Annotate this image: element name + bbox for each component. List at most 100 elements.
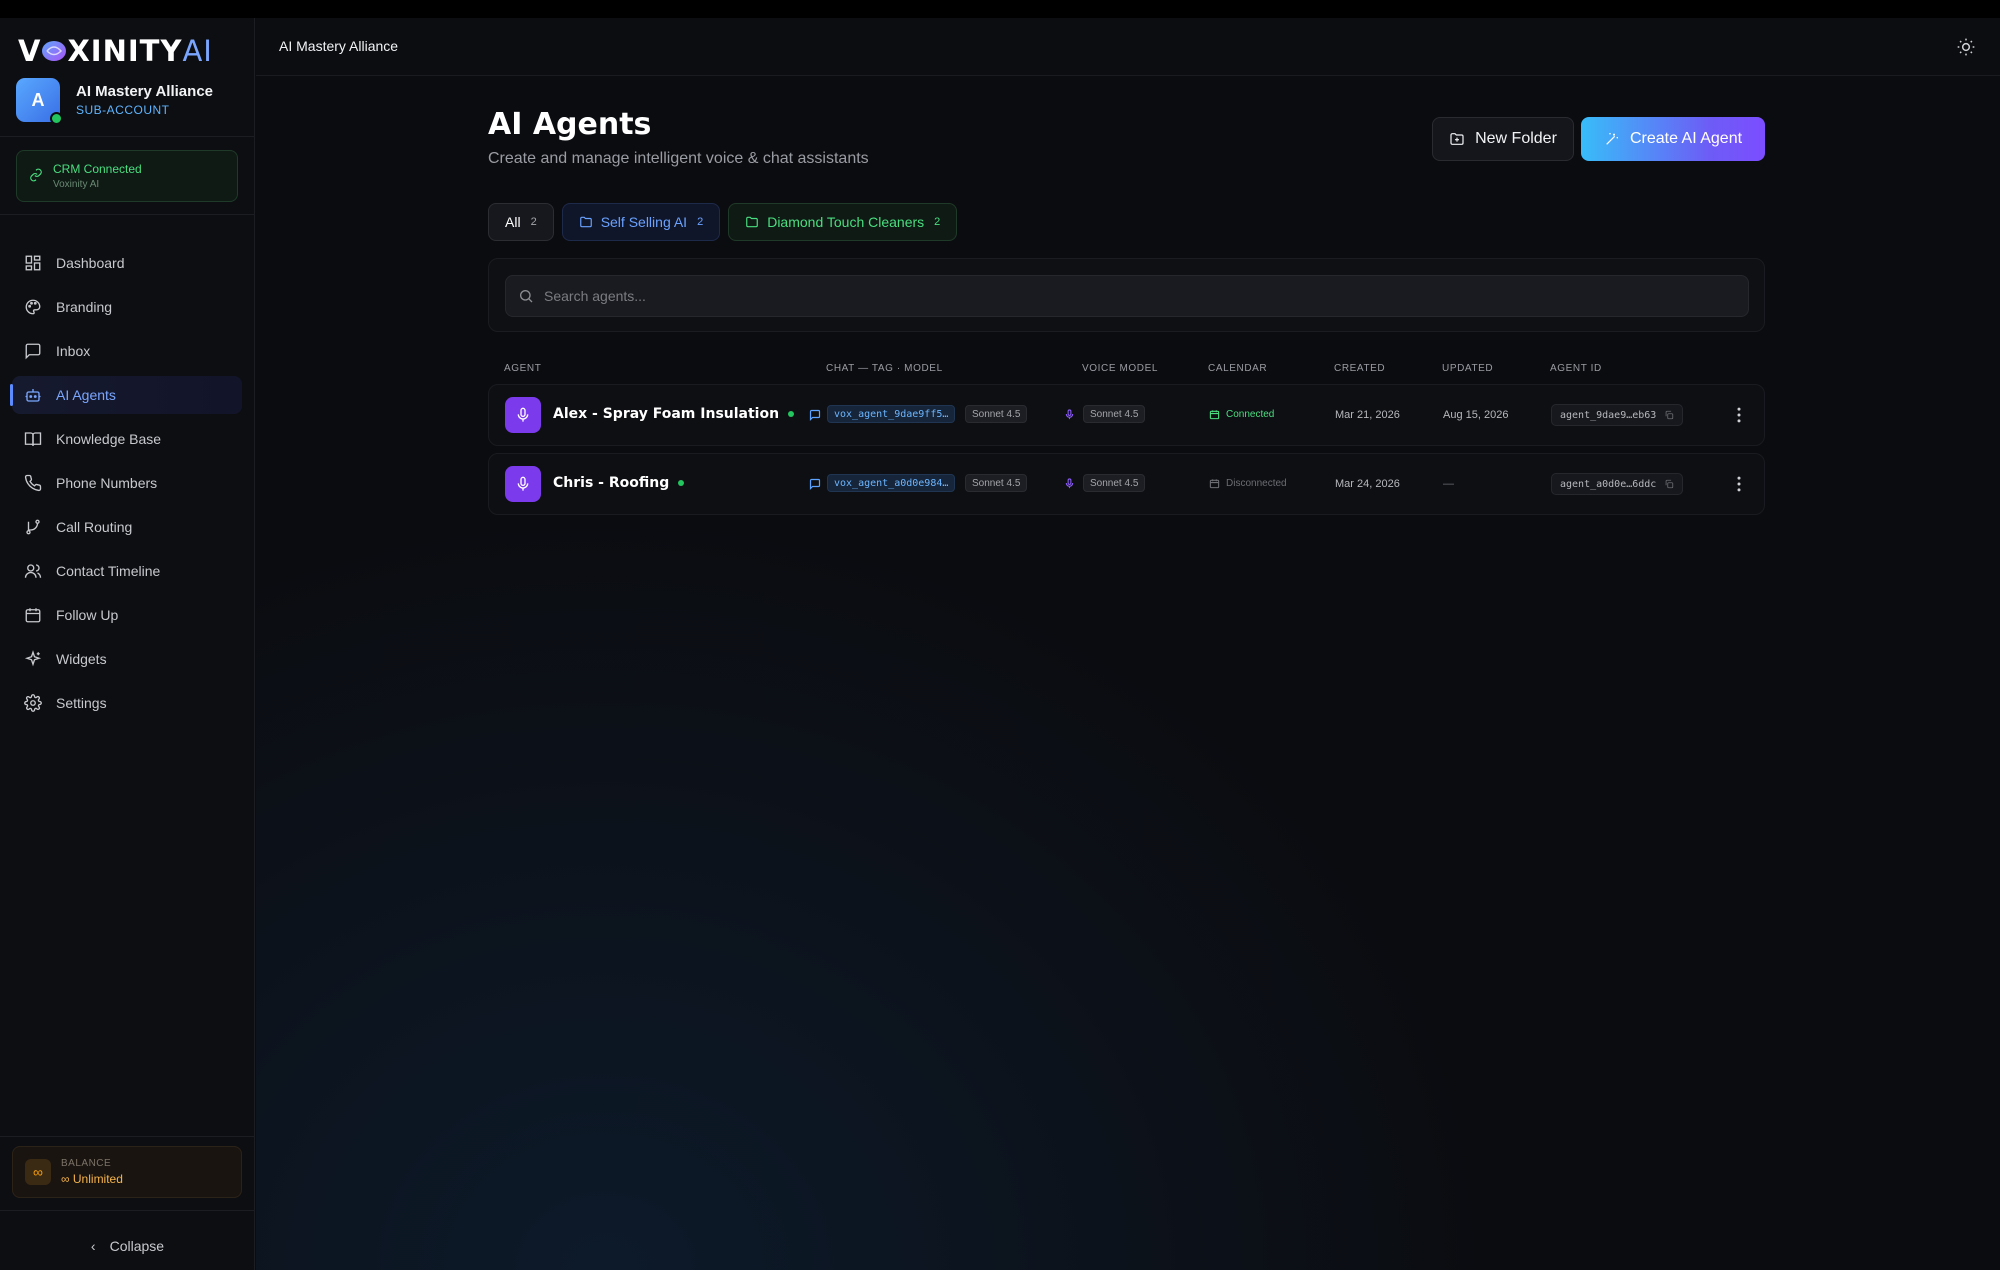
sidebar-item-branding[interactable]: Branding xyxy=(12,288,242,326)
window-top-bar xyxy=(0,0,2000,18)
agent-name[interactable]: Chris - Roofing xyxy=(553,475,685,491)
folder-icon xyxy=(579,216,592,228)
tab-self-selling-ai[interactable]: Self Selling AI 2 xyxy=(561,203,721,241)
copy-icon[interactable] xyxy=(1664,479,1674,489)
account-switcher[interactable]: A AI Mastery Alliance SUB-ACCOUNT xyxy=(16,78,213,125)
calendar-icon xyxy=(24,606,42,624)
header-title: AI Mastery Alliance xyxy=(279,38,399,54)
created-date: Mar 24, 2026 xyxy=(1335,478,1400,490)
sidebar-item-label: Settings xyxy=(56,695,107,711)
logo-ai: AI xyxy=(182,34,213,68)
sidebar-divider xyxy=(0,1210,255,1211)
sidebar-item-knowledge-base[interactable]: Knowledge Base xyxy=(12,420,242,458)
sidebar-item-call-routing[interactable]: Call Routing xyxy=(12,508,242,546)
column-header-agent[interactable]: AGENT xyxy=(504,363,541,374)
agent-avatar xyxy=(505,397,541,433)
phone-icon xyxy=(24,474,42,492)
folder-plus-icon xyxy=(1450,133,1464,145)
gear-icon xyxy=(24,694,42,712)
sidebar: V XINITY AI A AI Mastery Alliance SUB-AC… xyxy=(0,18,255,1270)
sidebar-item-dashboard[interactable]: Dashboard xyxy=(12,244,242,282)
chevron-left-icon: ‹ xyxy=(90,1238,96,1254)
column-header-calendar[interactable]: CALENDAR xyxy=(1208,363,1267,374)
sun-icon[interactable] xyxy=(1956,37,1976,57)
sidebar-nav: Dashboard Branding Inbox AI Agents Knowl… xyxy=(10,244,242,728)
calendar-icon xyxy=(1209,479,1220,489)
crm-title: CRM Connected xyxy=(53,162,142,176)
column-header-chat[interactable]: CHAT — TAG · MODEL xyxy=(826,363,943,374)
tab-all[interactable]: All 2 xyxy=(488,203,554,241)
chat-tag[interactable]: vox_agent_9dae9ff5… xyxy=(827,405,956,423)
calendar-status-text: Disconnected xyxy=(1226,478,1287,489)
tab-diamond-touch-cleaners[interactable]: Diamond Touch Cleaners 2 xyxy=(728,203,958,241)
column-header-agent-id[interactable]: AGENT ID xyxy=(1550,363,1602,374)
users-icon xyxy=(24,562,42,580)
folder-filter-tabs: All 2 Self Selling AI 2 Diamond Touch Cl… xyxy=(488,203,965,241)
table-header: AGENT CHAT — TAG · MODEL VOICE MODEL CAL… xyxy=(488,359,1765,379)
calendar-status: Disconnected xyxy=(1209,478,1287,489)
chat-model-badge: Sonnet 4.5 xyxy=(965,405,1028,423)
logo-letter: V xyxy=(18,34,42,68)
sidebar-item-ai-agents[interactable]: AI Agents xyxy=(10,376,242,414)
crm-subtitle: Voxinity AI xyxy=(53,179,100,190)
sidebar-item-inbox[interactable]: Inbox xyxy=(12,332,242,370)
more-vertical-icon[interactable] xyxy=(1729,474,1749,494)
sidebar-item-settings[interactable]: Settings xyxy=(12,684,242,722)
microphone-icon xyxy=(1065,409,1074,420)
balance-label: BALANCE xyxy=(61,1158,112,1169)
top-header: AI Mastery Alliance xyxy=(256,18,2000,76)
voice-model-badge: Sonnet 4.5 xyxy=(1083,405,1146,423)
agent-name-text: Alex - Spray Foam Insulation xyxy=(553,406,780,422)
agent-avatar xyxy=(505,466,541,502)
microphone-icon xyxy=(1065,478,1074,489)
balance-value: ∞ Unlimited xyxy=(61,1172,123,1186)
magic-wand-icon xyxy=(1606,133,1618,145)
git-branch-icon xyxy=(24,518,42,536)
sidebar-divider xyxy=(0,214,255,215)
more-vertical-icon[interactable] xyxy=(1729,405,1749,425)
copy-icon[interactable] xyxy=(1664,410,1674,420)
agent-id[interactable]: agent_a0d0e…6ddc xyxy=(1551,473,1684,495)
page-subtitle: Create and manage intelligent voice & ch… xyxy=(488,150,869,167)
microphone-icon xyxy=(517,476,529,491)
create-agent-label: Create AI Agent xyxy=(1629,130,1743,147)
column-header-updated[interactable]: UPDATED xyxy=(1442,363,1493,374)
table-row[interactable]: Chris - Roofing vox_agent_a0d0e984… Sonn… xyxy=(488,453,1765,515)
sidebar-item-label: AI Agents xyxy=(56,387,116,403)
column-header-created[interactable]: CREATED xyxy=(1334,363,1385,374)
sidebar-item-phone-numbers[interactable]: Phone Numbers xyxy=(12,464,242,502)
account-type: SUB-ACCOUNT xyxy=(76,103,170,117)
message-square-icon xyxy=(24,342,42,360)
palette-icon xyxy=(24,298,42,316)
search-box xyxy=(505,275,1749,317)
sidebar-item-contact-timeline[interactable]: Contact Timeline xyxy=(12,552,242,590)
agent-id[interactable]: agent_9dae9…eb63 xyxy=(1551,404,1684,426)
collapse-button[interactable]: ‹ Collapse xyxy=(0,1238,255,1254)
brand-logo[interactable]: V XINITY AI xyxy=(18,34,213,68)
chat-icon xyxy=(809,409,821,421)
calendar-status: Connected xyxy=(1209,409,1274,420)
bot-icon xyxy=(24,386,42,404)
sidebar-item-label: Follow Up xyxy=(56,607,119,623)
agent-name-text: Chris - Roofing xyxy=(553,475,670,491)
balance-card[interactable]: ∞ BALANCE ∞ Unlimited xyxy=(12,1146,242,1198)
balance-value-text: Unlimited xyxy=(72,1172,123,1186)
table-row[interactable]: Alex - Spray Foam Insulation vox_agent_9… xyxy=(488,384,1765,446)
sidebar-divider xyxy=(0,136,255,137)
column-header-voice-model[interactable]: VOICE MODEL xyxy=(1082,363,1158,374)
collapse-label: Collapse xyxy=(109,1238,165,1254)
sidebar-item-follow-up[interactable]: Follow Up xyxy=(12,596,242,634)
chat-tag[interactable]: vox_agent_a0d0e984… xyxy=(827,474,956,492)
chat-model-badge: Sonnet 4.5 xyxy=(965,474,1028,492)
sidebar-divider xyxy=(0,1136,255,1137)
new-folder-button[interactable]: New Folder xyxy=(1432,117,1574,161)
agent-name[interactable]: Alex - Spray Foam Insulation xyxy=(553,406,795,422)
create-agent-button[interactable]: Create AI Agent xyxy=(1581,117,1765,161)
avatar: A xyxy=(16,78,63,125)
new-folder-label: New Folder xyxy=(1475,130,1557,147)
sidebar-item-widgets[interactable]: Widgets xyxy=(12,640,242,678)
search-input[interactable] xyxy=(544,288,1724,304)
crm-status[interactable]: CRM Connected Voxinity AI xyxy=(16,150,238,202)
sidebar-item-label: Widgets xyxy=(56,651,107,667)
avatar-initial: A xyxy=(31,89,45,110)
